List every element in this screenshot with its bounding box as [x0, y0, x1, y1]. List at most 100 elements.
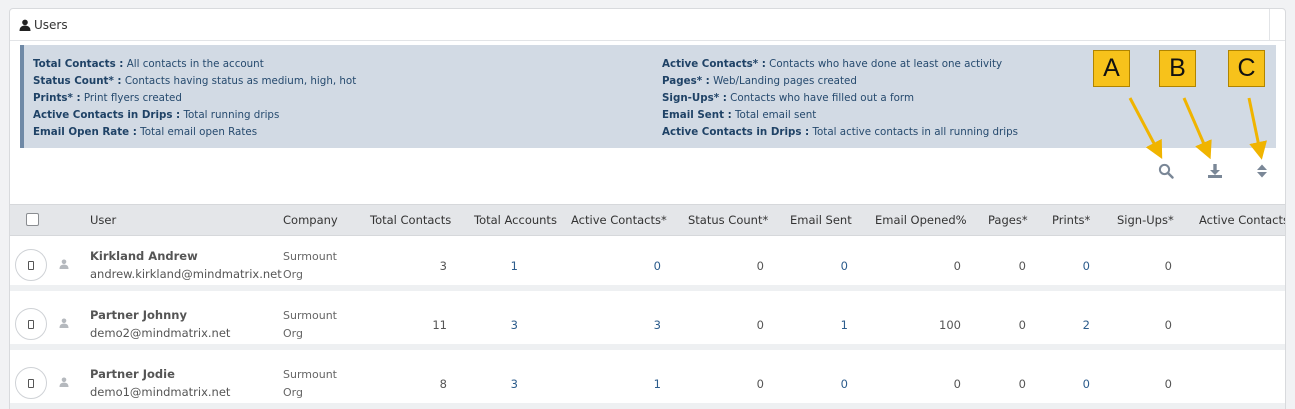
- user-name[interactable]: Kirkland Andrew: [90, 249, 198, 263]
- left-item: Status Count* : Contacts having status a…: [33, 73, 356, 90]
- cell-active-contacts[interactable]: 0: [654, 259, 661, 273]
- legend-description: Web/Landing pages created: [713, 75, 857, 87]
- legend-box: Total Contacts : All contacts in the acc…: [20, 45, 1276, 148]
- mobile-icon: [28, 378, 34, 388]
- cell-total-accounts[interactable]: 3: [511, 377, 518, 391]
- legend-term: Active Contacts in Drips :: [33, 109, 181, 121]
- cell-email-sent[interactable]: 0: [841, 377, 848, 391]
- callout-b: B: [1159, 50, 1196, 87]
- cell-total-accounts[interactable]: 3: [511, 318, 518, 332]
- column-active-contacts[interactable]: Active Contacts*: [571, 205, 667, 235]
- user-email: demo2@mindmatrix.net: [90, 326, 231, 340]
- legend-term: Status Count* :: [33, 75, 122, 87]
- cell-total-contacts: 3: [439, 259, 447, 273]
- cell-signups: 0: [1164, 377, 1172, 391]
- cell-email-sent[interactable]: 0: [841, 259, 848, 273]
- column-email-sent[interactable]: Email Sent: [790, 205, 852, 235]
- cell-active-contacts[interactable]: 3: [654, 318, 661, 332]
- mobile-icon: [28, 319, 34, 329]
- table-row[interactable]: Kirkland Andrew andrew.kirkland@mindmatri…: [10, 237, 1285, 291]
- user-name[interactable]: Partner Jodie: [90, 367, 175, 381]
- cell-pages: 0: [1018, 259, 1026, 273]
- cell-total-accounts[interactable]: 1: [511, 259, 518, 273]
- user-icon: [19, 19, 31, 31]
- cell-prints[interactable]: 0: [1083, 377, 1090, 391]
- right-item: Active Contacts* : Contacts who have don…: [662, 56, 1018, 73]
- sort-icon[interactable]: [1253, 162, 1271, 180]
- legend-description: Contacts who have filled out a form: [730, 92, 914, 104]
- cell-prints[interactable]: 2: [1083, 318, 1090, 332]
- cell-email-opened: 0: [953, 377, 961, 391]
- legend-description: Total running drips: [183, 109, 280, 121]
- column-company[interactable]: Company: [283, 205, 338, 235]
- cell-active-contacts[interactable]: 1: [654, 377, 661, 391]
- legend-term: Prints* :: [33, 92, 81, 104]
- company-name: Surmount Org: [283, 309, 337, 340]
- table-row[interactable]: Partner Jodie demo1@mindmatrix.net Surmoun…: [10, 355, 1285, 409]
- legend-description: Total email sent: [735, 109, 817, 121]
- legend-term: Active Contacts in Drips :: [662, 126, 810, 138]
- select-all-checkbox[interactable]: [26, 213, 39, 226]
- right-item: Pages* : Web/Landing pages created: [662, 73, 1018, 90]
- left-item: Total Contacts : All contacts in the acc…: [33, 56, 356, 73]
- panel-title: Users: [34, 17, 68, 32]
- user-email: andrew.kirkland@mindmatrix.net: [90, 267, 282, 281]
- company-name: Surmount Org: [283, 368, 337, 399]
- user-name[interactable]: Partner Johnny: [90, 308, 187, 322]
- legend-description: Total active contacts in all running dri…: [812, 126, 1019, 138]
- legend-left-column: Total Contacts : All contacts in the acc…: [33, 56, 356, 141]
- cell-signups: 0: [1164, 318, 1172, 332]
- left-item: Prints* : Print flyers created: [33, 90, 356, 107]
- cell-total-contacts: 11: [432, 318, 447, 332]
- legend-term: Email Sent :: [662, 109, 732, 121]
- legend-description: Contacts having status as medium, high, …: [124, 75, 357, 87]
- cell-email-sent[interactable]: 1: [841, 318, 848, 332]
- legend-term: Total Contacts :: [33, 58, 124, 70]
- column-signups[interactable]: Sign-Ups*: [1117, 205, 1174, 235]
- cell-status-count: 0: [756, 318, 764, 332]
- left-item: Email Open Rate : Total email open Rates: [33, 124, 356, 141]
- header-divider: [1269, 9, 1270, 41]
- cell-status-count: 0: [756, 259, 764, 273]
- cell-signups: 0: [1164, 259, 1172, 273]
- callout-a: A: [1093, 50, 1130, 87]
- column-prints[interactable]: Prints*: [1052, 205, 1090, 235]
- row-select-toggle[interactable]: [15, 308, 47, 340]
- table-row[interactable]: Partner Johnny demo2@mindmatrix.net Surmou…: [10, 296, 1285, 350]
- left-item: Active Contacts in Drips : Total running…: [33, 107, 356, 124]
- column-pages[interactable]: Pages*: [988, 205, 1028, 235]
- legend-term: Sign-Ups* :: [662, 92, 727, 104]
- column-total-contacts[interactable]: Total Contacts: [370, 205, 451, 235]
- search-icon[interactable]: [1157, 162, 1175, 180]
- column-total-accounts[interactable]: Total Accounts: [474, 205, 557, 235]
- right-item: Sign-Ups* : Contacts who have filled out…: [662, 90, 1018, 107]
- column-status-count[interactable]: Status Count*: [688, 205, 768, 235]
- legend-description: Print flyers created: [83, 92, 182, 104]
- cell-prints[interactable]: 0: [1083, 259, 1090, 273]
- legend-description: All contacts in the account: [126, 58, 264, 70]
- legend-term: Pages* :: [662, 75, 710, 87]
- avatar-icon: [59, 318, 69, 328]
- table-header: User Company Total Contacts Total Accoun…: [10, 204, 1285, 236]
- row-select-toggle[interactable]: [15, 249, 47, 281]
- user-email: demo1@mindmatrix.net: [90, 385, 231, 399]
- legend-term: Email Open Rate :: [33, 126, 137, 138]
- column-email-opened[interactable]: Email Opened%: [875, 205, 967, 235]
- company-name: Surmount Org: [283, 250, 337, 281]
- panel-header: Users: [10, 9, 1285, 41]
- legend-description: Contacts who have done at least one acti…: [769, 58, 1003, 70]
- row-select-toggle[interactable]: [15, 367, 47, 399]
- right-item: Email Sent : Total email sent: [662, 107, 1018, 124]
- callout-c: C: [1228, 50, 1265, 87]
- right-item: Active Contacts in Drips : Total active …: [662, 124, 1018, 141]
- legend-term: Active Contacts* :: [662, 58, 766, 70]
- avatar-icon: [59, 259, 69, 269]
- cell-email-opened: 0: [953, 259, 961, 273]
- cell-total-contacts: 8: [439, 377, 447, 391]
- avatar-icon: [59, 377, 69, 387]
- column-user[interactable]: User: [90, 205, 116, 235]
- cell-pages: 0: [1018, 318, 1026, 332]
- column-active-contacts-drips[interactable]: Active Contacts: [1199, 205, 1285, 235]
- cell-status-count: 0: [756, 377, 764, 391]
- download-icon[interactable]: [1206, 162, 1224, 180]
